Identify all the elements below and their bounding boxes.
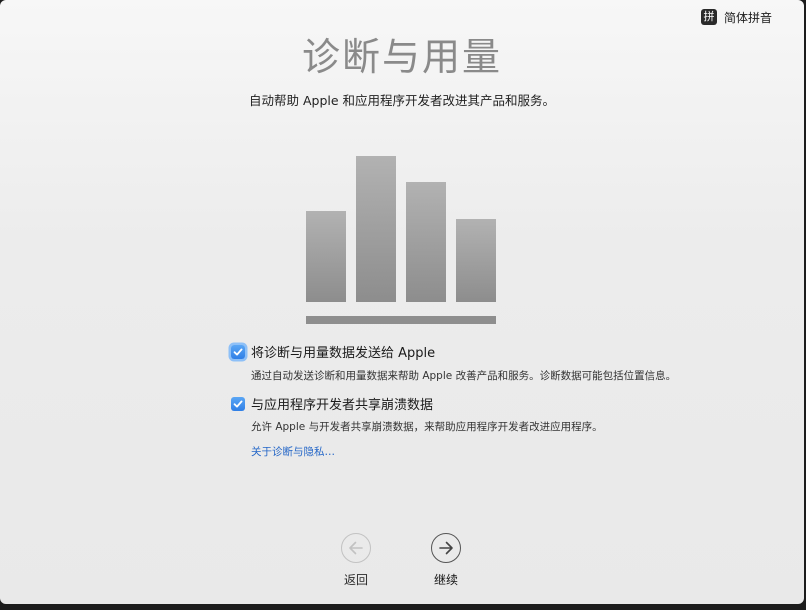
send-diagnostics-description: 通过自动发送诊断和用量数据来帮助 Apple 改善产品和服务。诊断数据可能包括位… <box>251 370 677 382</box>
back-label: 返回 <box>343 573 368 587</box>
page-subtitle: 自动帮助 Apple 和应用程序开发者改进其产品和服务。 <box>248 93 556 108</box>
arrow-left-circle-icon <box>341 533 371 563</box>
checkmark-icon <box>233 348 243 355</box>
share-crash-data-description: 允许 Apple 与开发者共享崩溃数据，来帮助应用程序开发者改进应用程序。 <box>251 421 603 433</box>
illustration-bar <box>306 211 346 302</box>
bar-chart-illustration <box>306 156 496 326</box>
continue-button[interactable]: 继续 <box>416 533 476 588</box>
pinyin-input-icon: 拼 <box>700 9 717 25</box>
share-crash-data-checkbox[interactable] <box>231 396 245 411</box>
send-diagnostics-option[interactable]: 将诊断与用量数据发送给 Apple <box>231 342 435 361</box>
share-crash-data-option[interactable]: 与应用程序开发者共享崩溃数据 <box>231 394 433 413</box>
send-diagnostics-checkbox[interactable] <box>231 344 245 359</box>
input-source-menu[interactable]: 拼 简体拼音 <box>700 8 772 26</box>
page-title: 诊断与用量 <box>301 35 502 79</box>
illustration-bar <box>356 156 396 302</box>
illustration-baseline <box>306 316 496 324</box>
share-crash-data-label[interactable]: 与应用程序开发者共享崩溃数据 <box>251 394 433 413</box>
continue-label: 继续 <box>433 573 458 587</box>
checkmark-icon <box>233 400 243 407</box>
input-source-label: 简体拼音 <box>723 10 772 25</box>
illustration-bar <box>456 219 496 302</box>
diagnostics-privacy-link[interactable]: 关于诊断与隐私… <box>251 444 335 459</box>
back-button[interactable]: 返回 <box>326 533 386 588</box>
arrow-right-circle-icon <box>431 533 461 563</box>
setup-assistant-window: 拼 简体拼音 诊断与用量 自动帮助 Apple 和应用程序开发者改进其产品和服务… <box>0 0 804 604</box>
send-diagnostics-label[interactable]: 将诊断与用量数据发送给 Apple <box>251 342 435 361</box>
illustration-bar <box>406 182 446 302</box>
